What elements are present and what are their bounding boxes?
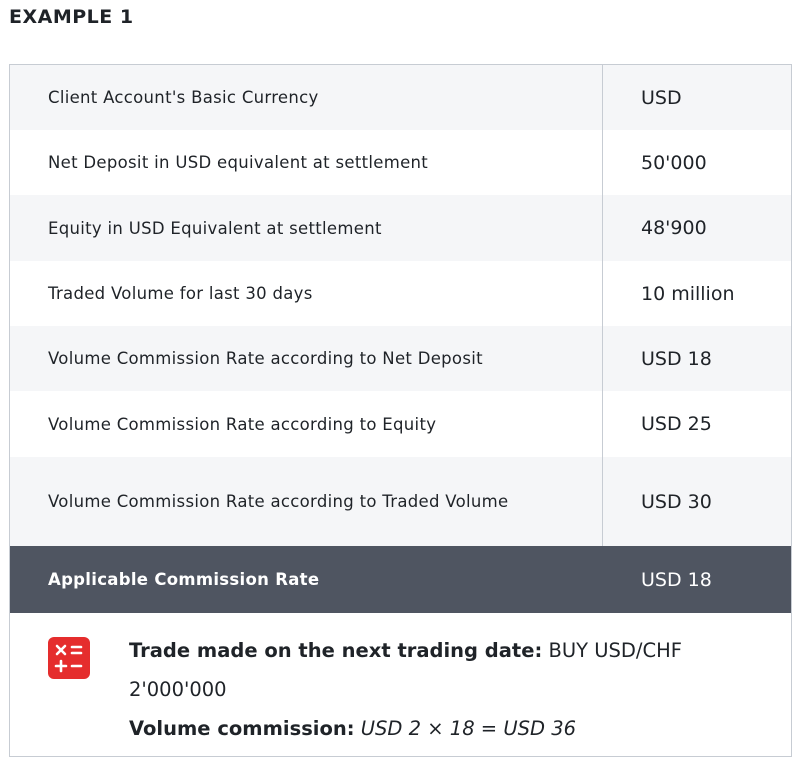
row-value: USD 25 <box>641 413 712 435</box>
commission-example-table: Client Account's Basic Currency USD Net … <box>9 64 792 757</box>
calculator-icon <box>48 637 90 679</box>
row-label: Traded Volume for last 30 days <box>10 261 603 326</box>
row-value: USD <box>641 86 682 109</box>
commission-label: Volume commission: <box>129 717 355 740</box>
row-value: USD 30 <box>641 490 712 513</box>
row-value: USD 18 <box>641 347 712 370</box>
table-row: Volume Commission Rate according to Trad… <box>10 457 791 546</box>
table-row: Net Deposit in USD equivalent at settlem… <box>10 130 791 195</box>
note-text: Trade made on the next trading date: BUY… <box>129 631 729 748</box>
summary-label: Applicable Commission Rate <box>48 570 320 589</box>
table-row: Equity in USD Equivalent at settlement 4… <box>10 195 791 261</box>
row-value: 50'000 <box>641 151 707 174</box>
row-label: Net Deposit in USD equivalent at settlem… <box>10 130 603 195</box>
row-value: 10 million <box>641 282 735 305</box>
summary-row: Applicable Commission Rate USD 18 <box>10 546 791 613</box>
commission-line: Volume commission: USD 2 × 18 = USD 36 <box>129 709 729 748</box>
table-row: Volume Commission Rate according to Equi… <box>10 391 791 457</box>
commission-value: USD 2 × 18 = USD 36 <box>360 717 577 740</box>
table-row: Traded Volume for last 30 days 10 millio… <box>10 261 791 326</box>
section-heading: EXAMPLE 1 <box>9 6 134 28</box>
trade-line: Trade made on the next trading date: BUY… <box>129 631 729 709</box>
trade-note: Trade made on the next trading date: BUY… <box>10 613 791 756</box>
row-value: 48'900 <box>641 217 707 239</box>
summary-value: USD 18 <box>641 568 712 591</box>
row-label: Volume Commission Rate according to Trad… <box>10 457 603 546</box>
trade-label: Trade made on the next trading date: <box>129 639 543 662</box>
table-row: Volume Commission Rate according to Net … <box>10 326 791 391</box>
row-label: Equity in USD Equivalent at settlement <box>10 195 603 261</box>
row-label: Client Account's Basic Currency <box>10 65 603 130</box>
row-label: Volume Commission Rate according to Net … <box>10 326 603 391</box>
table-row: Client Account's Basic Currency USD <box>10 65 791 130</box>
row-label: Volume Commission Rate according to Equi… <box>10 391 603 457</box>
